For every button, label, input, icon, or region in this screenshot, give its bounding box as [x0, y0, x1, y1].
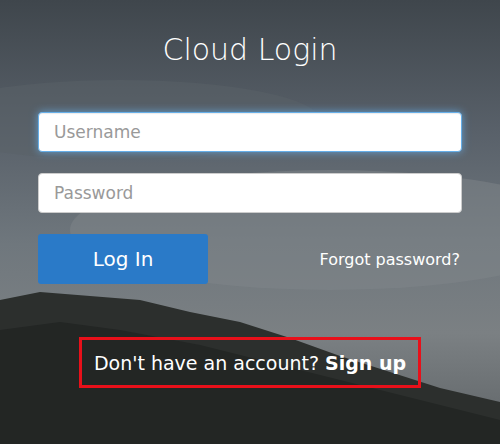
username-field[interactable] — [38, 112, 462, 152]
login-form: Log In Forgot password? — [38, 112, 462, 284]
action-row: Log In Forgot password? — [38, 234, 462, 284]
page-title: Cloud Login — [162, 28, 337, 72]
signup-link[interactable]: Sign up — [325, 352, 406, 374]
password-field[interactable] — [38, 173, 462, 213]
signup-prompt: Don't have an account? Sign up — [79, 337, 421, 388]
signup-text: Don't have an account? — [94, 352, 319, 374]
forgot-password-link[interactable]: Forgot password? — [320, 250, 462, 269]
login-button[interactable]: Log In — [38, 234, 208, 284]
login-page: Cloud Login Log In Forgot password? Don't h… — [0, 0, 500, 388]
